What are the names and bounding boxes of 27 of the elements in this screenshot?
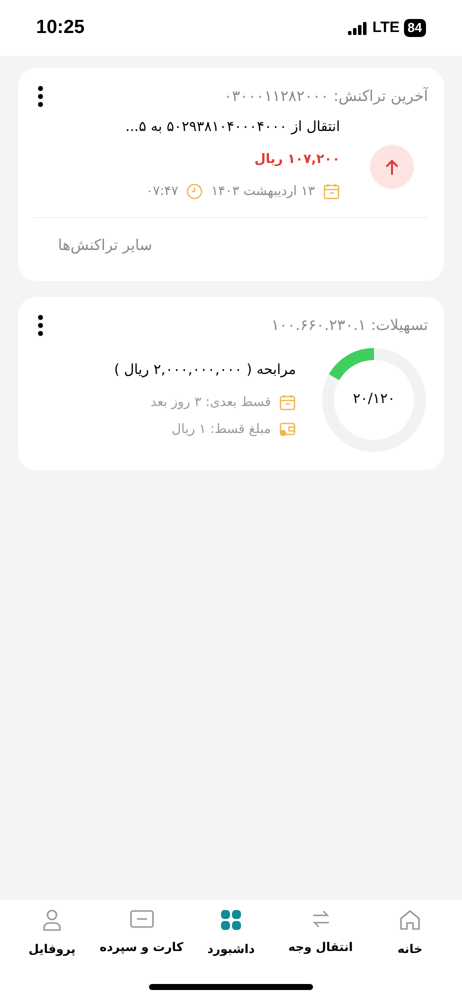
card-title: تسهیلات: ۱۰۰.۶۶۰.۲۳۰.۱ (271, 314, 428, 336)
profile-icon (41, 908, 63, 932)
transaction-date: ۱۳ اردیبهشت ۱۴۰۳ (211, 182, 315, 200)
calendar-icon (279, 394, 296, 411)
dashboard-icon (219, 908, 243, 932)
home-icon (398, 908, 422, 932)
card-icon (128, 908, 154, 930)
tab-bar-item[interactable]: انتقال وجه (276, 908, 364, 958)
wallet-icon (279, 422, 296, 438)
tab-bar-item[interactable]: پروفایل (8, 908, 96, 958)
signal-icon (348, 22, 368, 34)
next-installment: قسط بعدی: ۳ روز بعد (150, 394, 271, 412)
transaction-description: انتقال از ۵۰۲۹۳۸۱۰۴۰۰۰۴۰۰۰ به ۵... (125, 118, 340, 137)
tab-bar-item[interactable]: خانه (366, 908, 454, 958)
transaction-time: ۰۷:۴۷ (146, 182, 178, 200)
installment-amount: مبلغ قسط: ۱ ریال (172, 421, 271, 439)
network-label: LTE (372, 18, 400, 38)
calendar-icon (323, 182, 340, 200)
transaction-amount: ۱۰۷,۲۰۰ ریال (253, 151, 340, 169)
tab-bar-item[interactable]: داشبورد (187, 908, 275, 958)
clock-icon (186, 182, 204, 200)
tab-bar-item[interactable]: کارت و سپرده (98, 908, 186, 958)
status-time: 10:25 (36, 16, 85, 40)
battery-indicator: 84 (404, 19, 426, 37)
card-title: آخرین تراکنش: ۰۳۰۰۰۱۱۲۸۲۰۰۰ (224, 86, 428, 108)
progress-label: ۲۰/۱۲۰ (352, 390, 396, 409)
loan-name: مرابحه ( ۲,۰۰۰,۰۰۰,۰۰۰ ریال ) (114, 360, 296, 380)
